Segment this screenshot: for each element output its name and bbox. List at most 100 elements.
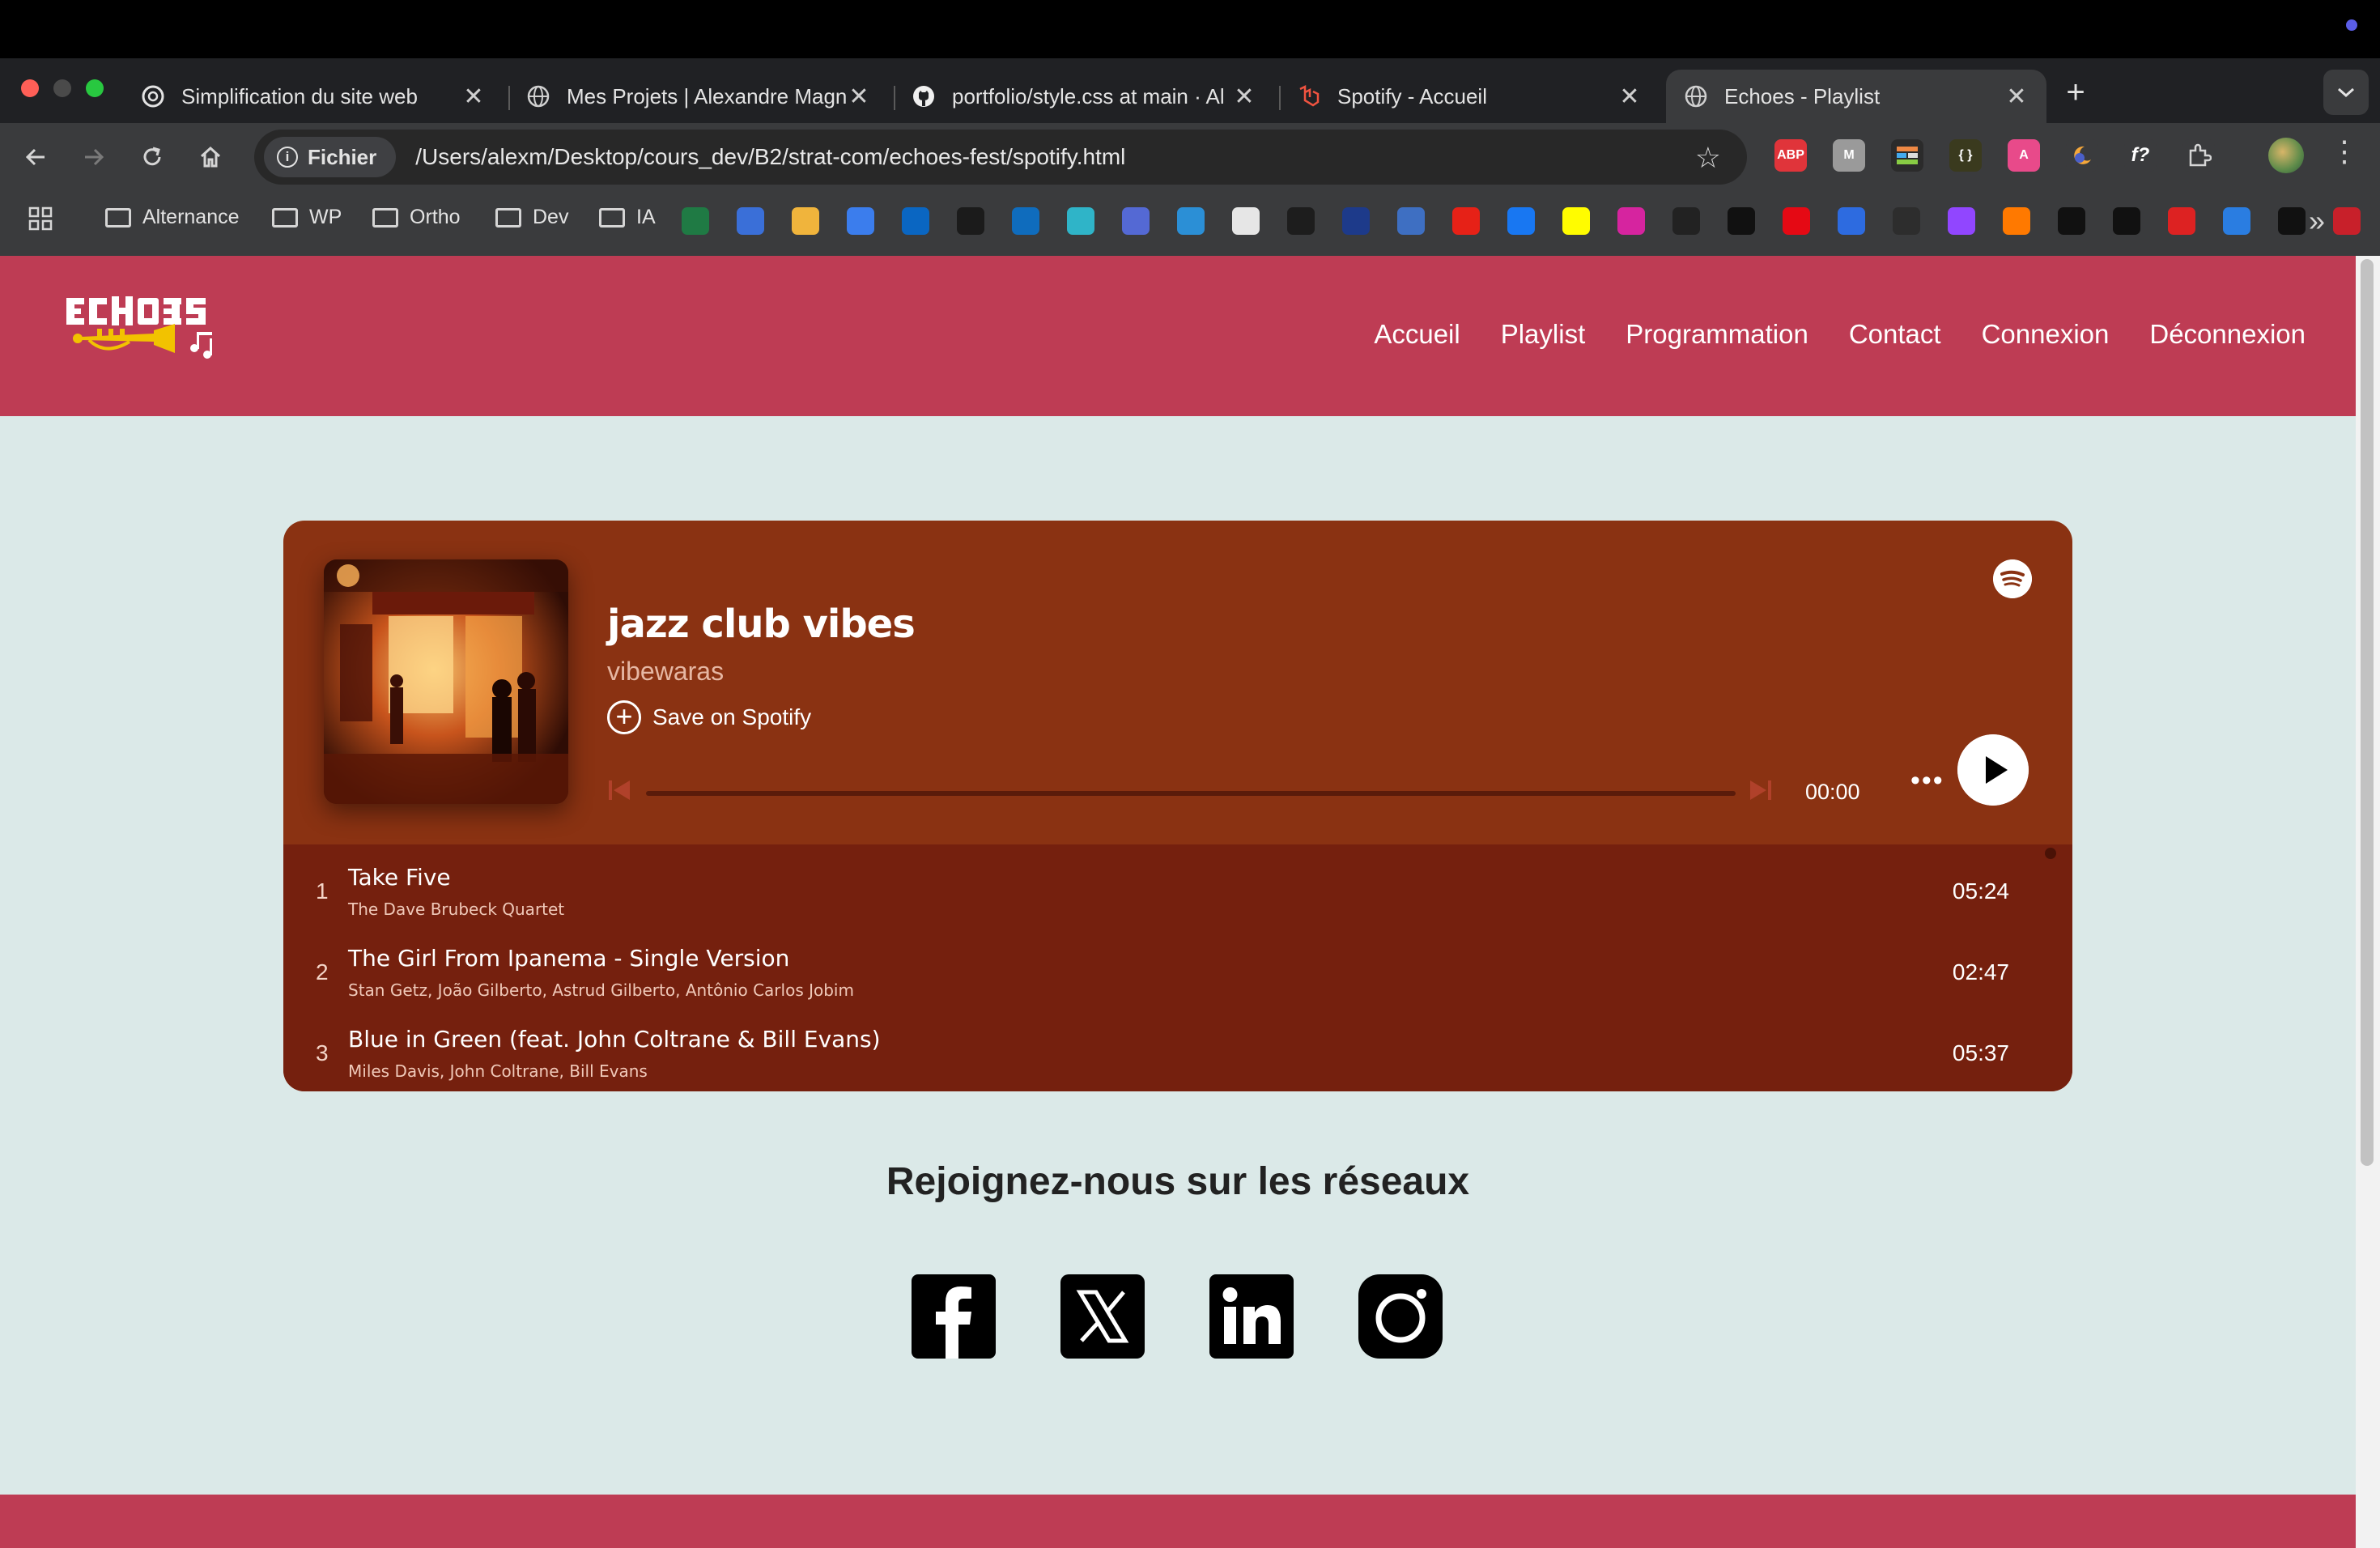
school-icon[interactable] xyxy=(957,207,984,235)
bookmark-folder-dev[interactable]: Dev xyxy=(495,206,568,229)
reload-button[interactable] xyxy=(130,134,175,180)
canva-icon[interactable] xyxy=(737,207,764,235)
play-button[interactable] xyxy=(1957,734,2029,806)
m-extension-icon[interactable]: M xyxy=(1833,139,1865,172)
bookmark-folder-ia[interactable]: IA xyxy=(599,206,656,229)
tab-spotify-accueil[interactable]: Spotify - Accueil ✕ xyxy=(1279,70,1660,123)
facebook-icon[interactable] xyxy=(912,1274,996,1359)
nav-connexion[interactable]: Connexion xyxy=(1982,319,2110,350)
playlist-title[interactable]: jazz club vibes xyxy=(607,602,916,647)
close-window-button[interactable] xyxy=(21,79,39,97)
track-number: 3 xyxy=(316,1040,329,1065)
fonts-extension-icon[interactable]: f? xyxy=(2124,139,2157,172)
translate-extension-icon[interactable]: A xyxy=(2008,139,2040,172)
home-button[interactable] xyxy=(188,134,233,180)
browser-menu-icon[interactable]: ⋮ xyxy=(2330,134,2359,168)
spotify-logo-icon[interactable] xyxy=(1993,559,2032,598)
more-options-icon[interactable]: ••• xyxy=(1910,765,1944,797)
openai-icon xyxy=(141,84,165,108)
back-button[interactable] xyxy=(13,134,58,180)
nav-contact[interactable]: Contact xyxy=(1849,319,1941,350)
nav-deconnexion[interactable]: Déconnexion xyxy=(2149,319,2306,350)
track-artists: Stan Getz, João Gilberto, Astrud Gilbert… xyxy=(348,980,854,1000)
track-duration: 02:47 xyxy=(1952,959,2009,985)
playstation-icon[interactable] xyxy=(2278,207,2306,235)
site-info-chip[interactable]: i Fichier xyxy=(264,137,397,177)
figure-icon[interactable] xyxy=(1122,207,1150,235)
doc-app-icon[interactable] xyxy=(1397,207,1425,235)
docs-icon[interactable] xyxy=(847,207,874,235)
netflix-icon[interactable] xyxy=(1783,207,1810,235)
save-on-spotify-button[interactable]: + Save on Spotify xyxy=(607,700,811,734)
zoom-window-button[interactable] xyxy=(86,79,104,97)
echoes-logo[interactable] xyxy=(65,288,227,369)
address-bar[interactable]: i Fichier /Users/alexm/Desktop/cours_dev… xyxy=(254,130,1747,185)
amazon-icon[interactable] xyxy=(2113,207,2140,235)
plus-app-icon[interactable] xyxy=(1728,207,1755,235)
bookmark-star-icon[interactable]: ☆ xyxy=(1695,141,1721,175)
puzzle-extensions-icon[interactable] xyxy=(2182,139,2215,172)
twitch-icon[interactable] xyxy=(1948,207,1975,235)
bookmark-folder-wp[interactable]: WP xyxy=(272,206,342,229)
refresh-app-icon[interactable] xyxy=(1177,207,1205,235)
tplink-icon[interactable] xyxy=(1067,207,1094,235)
json-extension-icon[interactable]: { } xyxy=(1949,139,1982,172)
crown-app-icon[interactable] xyxy=(2223,207,2250,235)
tab-github-portfolio[interactable]: portfolio/style.css at main · Al ✕ xyxy=(894,70,1274,123)
previous-track-icon[interactable] xyxy=(607,778,631,802)
apps-grid-icon[interactable] xyxy=(28,206,53,232)
orange-app-icon[interactable] xyxy=(2003,207,2030,235)
facebook-icon[interactable] xyxy=(1507,207,1535,235)
tab-echoes-playlist[interactable]: Echoes - Playlist ✕ xyxy=(1666,70,2046,123)
tab-search-button[interactable] xyxy=(2323,70,2369,115)
nav-accueil[interactable]: Accueil xyxy=(1374,319,1460,350)
progress-bar[interactable] xyxy=(646,791,1736,796)
moon-extension-icon[interactable] xyxy=(2066,139,2098,172)
shield-app-icon[interactable] xyxy=(2168,207,2195,235)
c-app-icon[interactable] xyxy=(2058,207,2085,235)
grid-app-icon[interactable] xyxy=(1287,207,1315,235)
tab-simplification[interactable]: Simplification du site web ✕ xyxy=(123,70,504,123)
linkedin-icon[interactable] xyxy=(1209,1274,1294,1359)
crest-app-icon[interactable] xyxy=(2333,207,2361,235)
palette-extension-icon[interactable] xyxy=(1891,139,1923,172)
table-row[interactable]: 2 The Girl From Ipanema - Single Version… xyxy=(283,930,2072,1011)
close-tab-icon[interactable]: ✕ xyxy=(847,83,871,111)
close-tab-icon[interactable]: ✕ xyxy=(1617,83,1642,111)
emoji-icon[interactable] xyxy=(792,207,819,235)
adblock-icon[interactable]: ABP xyxy=(1774,139,1807,172)
instagram-icon[interactable] xyxy=(1617,207,1645,235)
nav-programmation[interactable]: Programmation xyxy=(1626,319,1808,350)
outlook-icon[interactable] xyxy=(1012,207,1039,235)
bookmark-folder-ortho[interactable]: Ortho xyxy=(372,206,461,229)
va-icon[interactable] xyxy=(1672,207,1700,235)
tab-mes-projets[interactable]: Mes Projets | Alexandre Magn ✕ xyxy=(508,70,889,123)
close-tab-icon[interactable]: ✕ xyxy=(461,83,486,111)
excel-icon[interactable] xyxy=(682,207,709,235)
url-text[interactable]: /Users/alexm/Desktop/cours_dev/B2/strat-… xyxy=(415,144,1125,170)
profile-avatar[interactable] xyxy=(2268,138,2304,173)
table-row[interactable]: 1 Take Five The Dave Brubeck Quartet 05:… xyxy=(283,849,2072,930)
notes-icon[interactable] xyxy=(1232,207,1260,235)
eu-icon[interactable] xyxy=(1342,207,1370,235)
playlist-owner[interactable]: vibewaras xyxy=(607,657,724,687)
linkedin-icon[interactable] xyxy=(902,207,929,235)
track-duration: 05:37 xyxy=(1952,1040,2009,1065)
next-track-icon[interactable] xyxy=(1749,778,1773,802)
instagram-icon[interactable] xyxy=(1358,1274,1443,1359)
close-tab-icon[interactable]: ✕ xyxy=(2004,83,2029,111)
snapchat-icon[interactable] xyxy=(1562,207,1590,235)
forward-button[interactable] xyxy=(71,134,117,180)
eye-app-icon[interactable] xyxy=(1893,207,1920,235)
table-row[interactable]: 3 Blue in Green (feat. John Coltrane & B… xyxy=(283,1011,2072,1091)
page-scrollbar-thumb[interactable] xyxy=(2361,259,2374,1166)
more-bookmarks-icon[interactable]: » xyxy=(2309,204,2325,238)
nav-playlist[interactable]: Playlist xyxy=(1501,319,1586,350)
new-tab-button[interactable]: + xyxy=(2058,74,2093,110)
x-icon[interactable] xyxy=(1060,1274,1145,1359)
close-tab-icon[interactable]: ✕ xyxy=(1232,83,1256,111)
youtube-icon[interactable] xyxy=(1452,207,1480,235)
minimize-window-button[interactable] xyxy=(53,79,71,97)
play-app-icon[interactable] xyxy=(1838,207,1865,235)
bookmark-folder-alternance[interactable]: Alternance xyxy=(105,206,240,229)
